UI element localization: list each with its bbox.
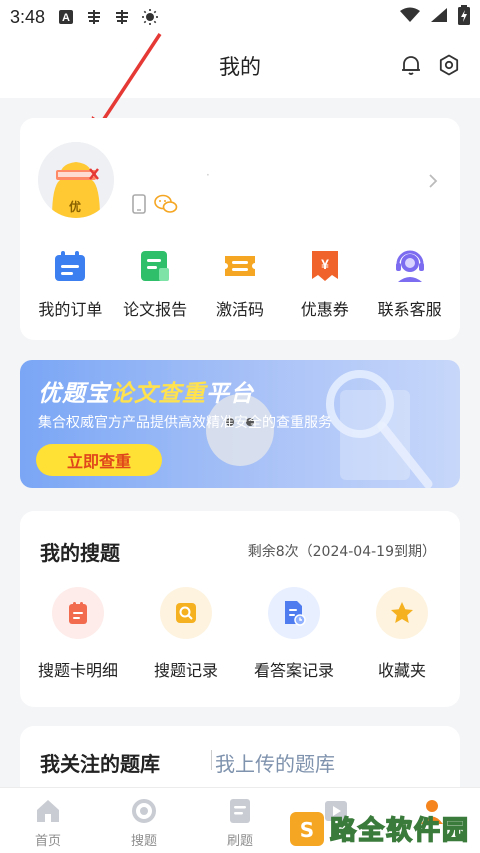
bell-icon[interactable] (400, 54, 422, 76)
headset-icon (390, 246, 430, 286)
bug-icon (85, 8, 103, 26)
star-icon (376, 587, 428, 639)
remaining-count: 剩余8次（2024-04-19到期） (247, 544, 436, 560)
section-title: 我的搜题 (40, 541, 120, 565)
ticket-icon (220, 246, 260, 286)
coupon-icon: ¥ (305, 246, 345, 286)
font-a-icon: A (57, 8, 75, 26)
tab-divider (211, 750, 212, 770)
tab-followed-banks[interactable]: 我关注的题库 (40, 748, 160, 777)
gear-icon[interactable] (438, 54, 460, 76)
my-search-card: 我的搜题 剩余8次（2024-04-19到期） 搜题卡明细 搜题记录 看答案记录… (20, 511, 460, 707)
order-icon (50, 246, 90, 286)
avatar-badge: 优 (69, 200, 82, 214)
favorites[interactable]: 收藏夹 (350, 587, 454, 681)
banner-subtitle: 集合权威官方产品提供高效精准安全的查重服务 (38, 415, 332, 431)
search-record-icon (160, 587, 212, 639)
chevron-right-icon[interactable] (426, 170, 440, 192)
search-actions: 搜题卡明细 搜题记录 看答案记录 收藏夹 (20, 587, 460, 681)
battery-charging-icon (458, 4, 470, 30)
banner-title-brand: 优题宝 (38, 381, 110, 407)
shortcut-label: 我的订单 (38, 300, 103, 319)
tab-search[interactable]: 搜题 (96, 788, 192, 853)
login-methods (132, 194, 178, 218)
shortcut-paper-report[interactable]: 论文报告 (113, 246, 197, 320)
plagiarism-check-banner[interactable]: 优题宝论文查重平台 集合权威官方产品提供高效精准安全的查重服务 立即查重 (20, 360, 460, 488)
shortcut-activation-code[interactable]: 激活码 (198, 246, 282, 320)
tab-home[interactable]: 首页 (0, 788, 96, 853)
shortcut-label: 论文报告 (123, 300, 188, 319)
banner-title: 优题宝论文查重平台 (38, 374, 254, 408)
banner-title-highlight: 论文查重 (110, 381, 206, 407)
report-icon (135, 246, 175, 286)
phone-icon (132, 194, 146, 218)
question-bank-card: 我关注的题库 我上传的题库 (20, 726, 460, 796)
shortcut-label: 联系客服 (377, 300, 442, 319)
site-watermark: S 路全软件园 (290, 806, 480, 853)
shortcut-label: 优惠券 (300, 300, 349, 319)
wechat-icon (154, 194, 178, 218)
shortcut-my-orders[interactable]: 我的订单 (28, 246, 112, 320)
search-records[interactable]: 搜题记录 (134, 587, 238, 681)
page-header: 我的 (0, 34, 480, 98)
bug-icon (113, 8, 131, 26)
status-bar: 3:48 A (0, 0, 480, 34)
status-time: 3:48 (10, 6, 46, 27)
search-item-label: 看答案记录 (253, 661, 334, 680)
search-card-details[interactable]: 搜题卡明细 (26, 587, 130, 681)
tab-label: 搜题 (130, 834, 157, 849)
brightness-icon (141, 8, 159, 26)
banner-title-suffix: 平台 (206, 381, 254, 407)
profile-card: 优 · 我的订单 论文报告 激活码 ¥ 优惠券 联系客服 (20, 118, 460, 340)
practice-icon (225, 796, 255, 826)
avatar[interactable]: 优 (38, 142, 114, 218)
tab-label: 首页 (34, 834, 61, 849)
tab-label: 刷题 (226, 834, 253, 849)
tab-practice[interactable]: 刷题 (192, 788, 288, 853)
username: · (206, 168, 210, 182)
watermark-text: 路全软件园 (329, 815, 471, 847)
signal-icon (430, 7, 448, 28)
shortcut-customer-service[interactable]: 联系客服 (368, 246, 452, 320)
wifi-icon (400, 7, 420, 28)
search-item-label: 搜题卡明细 (37, 661, 118, 680)
svg-text:S: S (300, 818, 314, 842)
svg-text:A: A (62, 12, 70, 24)
search-tab-icon (129, 796, 159, 826)
svg-text:¥: ¥ (321, 256, 329, 272)
check-now-button[interactable]: 立即查重 (36, 444, 162, 476)
home-icon (33, 796, 63, 826)
answer-record-icon (268, 587, 320, 639)
shortcut-label: 激活码 (215, 300, 264, 319)
answer-records[interactable]: 看答案记录 (242, 587, 346, 681)
search-item-label: 搜题记录 (153, 661, 218, 680)
tab-uploaded-banks[interactable]: 我上传的题库 (215, 748, 335, 777)
search-item-label: 收藏夹 (377, 661, 426, 680)
search-card-icon (52, 587, 104, 639)
shortcut-coupons[interactable]: ¥ 优惠券 (283, 246, 367, 320)
page-title: 我的 (219, 55, 261, 79)
profile-shortcuts: 我的订单 论文报告 激活码 ¥ 优惠券 联系客服 (20, 246, 460, 320)
